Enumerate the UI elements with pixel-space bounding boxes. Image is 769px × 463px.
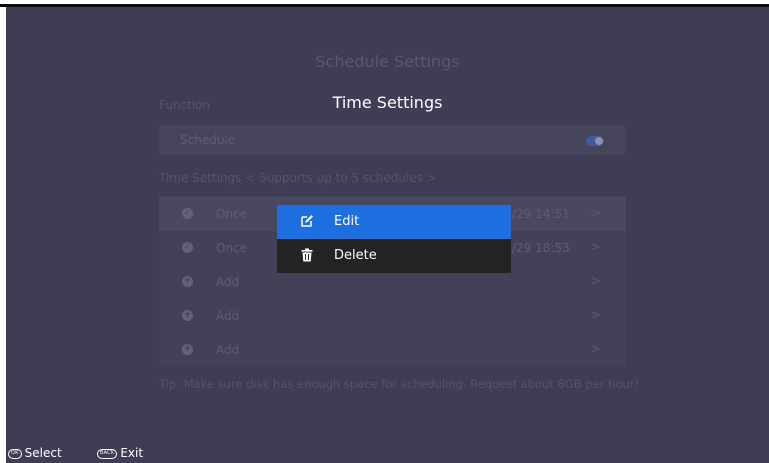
chevron-right-icon: > (590, 342, 601, 357)
tip-text: Tip: Make sure disk has enough space for… (159, 377, 639, 391)
add-schedule-row[interactable]: + Add > (159, 299, 626, 333)
plus-circle-icon: + (182, 276, 193, 287)
exit-hint-label: Exit (120, 446, 144, 460)
schedule-label: Schedule (180, 133, 236, 147)
add-row-text: Add (216, 343, 240, 357)
schedule-toggle[interactable] (586, 136, 604, 146)
time-settings-section-label: Time Settings < Supports up to 5 schedul… (159, 171, 437, 185)
chevron-right-icon: > (590, 308, 601, 323)
schedule-toggle-row[interactable]: Schedule (159, 125, 626, 155)
schedule-row-time: /29 14:51 (512, 207, 570, 221)
schedule-row-time: /29 18:53 (512, 241, 570, 255)
chevron-right-icon: > (590, 240, 601, 255)
schedule-row-text: Once (216, 207, 248, 221)
select-hint: OK Select (8, 446, 62, 460)
select-hint-label: Select (24, 446, 62, 460)
tv-screen: Schedule Settings Function Schedule Time… (6, 7, 769, 463)
check-circle-icon: ✓ (182, 242, 193, 253)
add-row-text: Add (216, 275, 240, 289)
delete-menu-item[interactable]: Delete (277, 239, 511, 273)
dialog-title: Time Settings (332, 93, 443, 112)
context-menu: Edit Delete (277, 205, 511, 273)
exit-hint: BACK Exit (97, 446, 143, 460)
trash-icon (301, 248, 313, 262)
plus-circle-icon: + (182, 310, 193, 321)
edit-menu-item[interactable]: Edit (277, 205, 511, 239)
delete-label: Delete (334, 248, 377, 263)
edit-label: Edit (334, 214, 360, 229)
chevron-right-icon: > (590, 206, 601, 221)
chevron-right-icon: > (590, 274, 601, 289)
add-schedule-row[interactable]: + Add > (159, 333, 626, 367)
ok-key-icon: OK (8, 448, 22, 459)
edit-icon (301, 215, 313, 227)
schedule-row-text: Once (216, 241, 248, 255)
back-key-icon: BACK (97, 448, 118, 459)
add-row-text: Add (216, 309, 240, 323)
page-title: Schedule Settings (315, 52, 460, 71)
check-circle-icon: ✓ (182, 208, 193, 219)
plus-circle-icon: + (182, 344, 193, 355)
